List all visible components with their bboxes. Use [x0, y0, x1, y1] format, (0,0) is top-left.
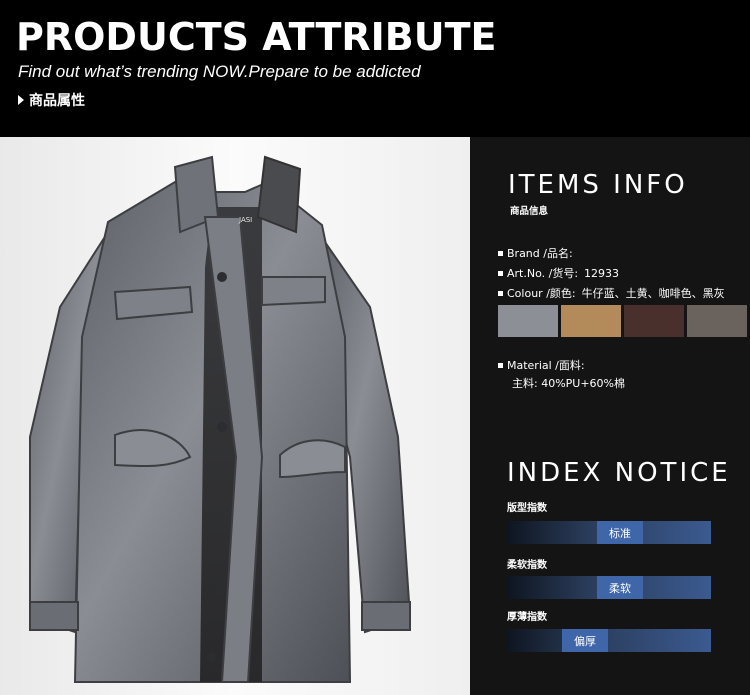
index-bar: 柔软	[507, 576, 711, 599]
artno-row: Art.No. /货号: 12933	[498, 265, 619, 281]
header-banner: PRODUCTS ATTRIBUTE Find out what’s trend…	[0, 0, 750, 137]
index-bar: 标准	[507, 521, 711, 544]
index-marker: 标准	[597, 521, 643, 544]
index-marker: 柔软	[597, 576, 643, 599]
bullet-icon	[498, 250, 503, 256]
items-info-subtitle: 商品信息	[510, 206, 549, 217]
index-marker: 偏厚	[562, 629, 608, 652]
index-notice-title: INDEX NOTICE	[507, 458, 731, 488]
material-value: 主料: 40%PU+60%棉	[512, 377, 626, 390]
swatch-dark-grey	[687, 305, 747, 337]
triangle-right-icon	[18, 95, 24, 105]
swatch-grey	[498, 305, 558, 337]
bullet-icon	[498, 270, 503, 276]
bullet-icon	[498, 290, 503, 296]
page-subtitle: Find out what’s trending NOW.Prepare to …	[18, 62, 421, 81]
swatch-tan	[561, 305, 621, 337]
artno-value: 12933	[584, 266, 620, 280]
section-label-text: 商品属性	[29, 93, 85, 109]
index-bar: 偏厚	[507, 629, 711, 652]
product-photo: JASI	[0, 137, 470, 695]
jacket-illustration	[29, 155, 412, 683]
colour-value: 牛仔蓝、土黄、咖啡色、黑灰	[581, 287, 725, 300]
index-label: 厚薄指数	[507, 612, 547, 623]
brand-tag: JASI	[239, 216, 253, 224]
brand-row: Brand /品名:	[498, 245, 573, 261]
swatch-brown	[624, 305, 684, 337]
index-label: 版型指数	[507, 503, 547, 514]
items-info-title: ITEMS INFO	[508, 170, 688, 200]
brand-label: Brand /品名:	[507, 247, 573, 260]
index-label: 柔软指数	[507, 560, 547, 571]
material-row: Material /面料:	[498, 357, 585, 373]
colour-label: Colour /颜色:	[507, 287, 576, 300]
section-label: 商品属性	[18, 90, 85, 110]
material-label: Material /面料:	[507, 359, 585, 372]
artno-label: Art.No. /货号:	[507, 267, 579, 280]
colour-row: Colour /颜色: 牛仔蓝、土黄、咖啡色、黑灰	[498, 285, 725, 301]
page-title: PRODUCTS ATTRIBUTE	[16, 15, 497, 59]
bullet-icon	[498, 362, 503, 368]
